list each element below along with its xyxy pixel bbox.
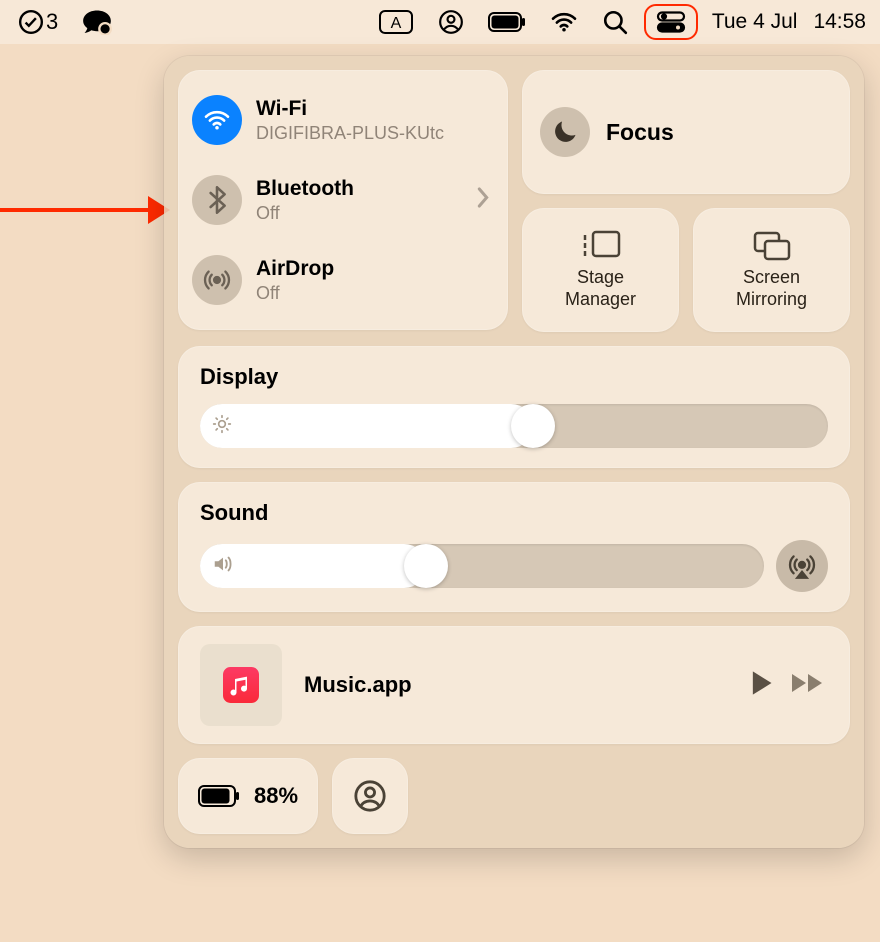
bluetooth-title: Bluetooth: [256, 176, 354, 202]
stage-manager-label: StageManager: [565, 267, 636, 310]
airplay-audio-icon: [788, 552, 816, 580]
moon-icon: [540, 107, 590, 157]
wifi-icon: [550, 11, 578, 33]
todo-menubar-item[interactable]: 3: [10, 4, 66, 40]
focus-label: Focus: [606, 119, 674, 146]
battery-percentage: 88%: [254, 783, 298, 809]
sound-card: Sound: [178, 482, 850, 612]
user-circle-icon: [353, 779, 387, 813]
stage-manager-icon: [580, 229, 622, 261]
screen-mirroring-icon: [751, 229, 793, 261]
svg-text:A: A: [390, 15, 401, 32]
menubar: 3 A Tue 4 Jul 14:58: [0, 0, 880, 44]
play-button[interactable]: [748, 669, 774, 702]
control-center-icon: [656, 11, 686, 33]
annotation-arrow: [0, 200, 170, 220]
display-slider[interactable]: [200, 404, 828, 448]
sound-slider[interactable]: [200, 544, 764, 588]
music-note-icon: [223, 667, 259, 703]
control-center-menubar-item[interactable]: [644, 4, 698, 40]
display-card: Display: [178, 346, 850, 468]
bluetooth-item[interactable]: Bluetooth Off: [192, 161, 494, 239]
screen-mirroring-label: ScreenMirroring: [736, 267, 807, 310]
sound-title: Sound: [200, 500, 828, 526]
battery-icon: [488, 12, 526, 32]
screen-mirroring-card[interactable]: ScreenMirroring: [693, 208, 850, 332]
airdrop-title: AirDrop: [256, 256, 334, 282]
menubar-time[interactable]: 14:58: [807, 4, 870, 40]
airdrop-item[interactable]: AirDrop Off: [192, 241, 494, 319]
airdrop-icon: [192, 255, 242, 305]
display-title: Display: [200, 364, 828, 390]
speech-bubble-icon: [82, 9, 112, 35]
keyboard-input-menubar-item[interactable]: A: [370, 4, 422, 40]
battery-icon: [198, 785, 240, 807]
fast-user-switch-card[interactable]: [332, 758, 408, 834]
wifi-subtitle: DIGIFIBRA-PLUS-KUtc: [256, 122, 444, 145]
music-controls: [748, 669, 828, 702]
speaker-icon: [212, 554, 234, 579]
wifi-title: Wi-Fi: [256, 96, 444, 122]
wifi-item[interactable]: Wi-Fi DIGIFIBRA-PLUS-KUtc: [192, 81, 494, 159]
bluetooth-icon: [192, 175, 242, 225]
wifi-menubar-item[interactable]: [542, 4, 586, 40]
airdrop-subtitle: Off: [256, 282, 334, 305]
user-circle-icon: [438, 9, 464, 35]
todo-count: 3: [46, 9, 58, 35]
battery-card[interactable]: 88%: [178, 758, 318, 834]
brightness-icon: [212, 414, 232, 439]
battery-menubar-item[interactable]: [480, 4, 534, 40]
chevron-right-icon: [476, 187, 490, 214]
control-center-panel: Wi-Fi DIGIFIBRA-PLUS-KUtc Bluetooth Off: [164, 56, 864, 848]
chat-menubar-item[interactable]: [74, 4, 120, 40]
stage-manager-card[interactable]: StageManager: [522, 208, 679, 332]
user-menubar-item[interactable]: [430, 4, 472, 40]
music-title: Music.app: [304, 672, 726, 698]
search-icon: [602, 9, 628, 35]
menubar-date[interactable]: Tue 4 Jul: [706, 4, 800, 40]
connectivity-card: Wi-Fi DIGIFIBRA-PLUS-KUtc Bluetooth Off: [178, 70, 508, 330]
checkmark-circle-icon: [18, 9, 44, 35]
spotlight-menubar-item[interactable]: [594, 4, 636, 40]
wifi-icon: [192, 95, 242, 145]
keyboard-a-icon: A: [378, 9, 414, 35]
music-artwork: [200, 644, 282, 726]
focus-card[interactable]: Focus: [522, 70, 850, 194]
forward-button[interactable]: [790, 671, 828, 700]
airplay-audio-button[interactable]: [776, 540, 828, 592]
now-playing-card[interactable]: Music.app: [178, 626, 850, 744]
bluetooth-subtitle: Off: [256, 202, 354, 225]
